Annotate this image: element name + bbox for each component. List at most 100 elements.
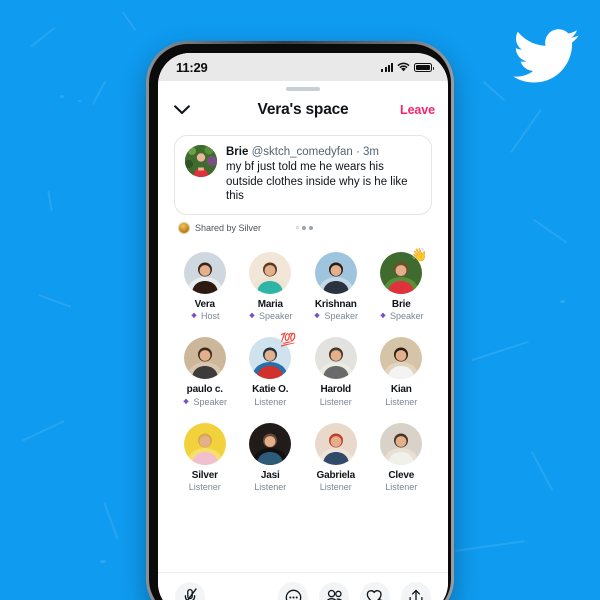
avatar[interactable]: [183, 422, 226, 465]
carousel-pagination[interactable]: [296, 225, 313, 230]
tweet-author: Brie: [226, 146, 249, 158]
participant-name: paulo c.: [186, 384, 223, 395]
space-sheet: Vera's space Leave Brie @sktch_comedyfan…: [158, 87, 448, 600]
shared-tweet-section: Brie @sktch_comedyfan · 3m my bf just to…: [158, 129, 448, 235]
pagination-dot[interactable]: [296, 226, 299, 229]
participant-paulo-c[interactable]: paulo c. Speaker: [172, 337, 238, 407]
wifi-icon: [397, 62, 410, 72]
reaction-emoji-badge: 👋: [411, 246, 428, 262]
participant-jasi[interactable]: Jasi Listener: [238, 422, 304, 492]
mic-mute-button[interactable]: [175, 582, 205, 600]
participant-role: Speaker: [182, 397, 227, 407]
texture-mark: [60, 95, 64, 98]
avatar[interactable]: 👋: [380, 248, 427, 294]
kian-avatar-photo: [380, 337, 423, 379]
avatar[interactable]: [314, 337, 357, 379]
participant-cleve[interactable]: Cleve Listener: [369, 422, 435, 492]
avatar[interactable]: [314, 422, 357, 465]
phone-bezel: 11:29 Vera's space Leave Brie @sktch_com…: [149, 44, 451, 600]
participant-silver[interactable]: Silver Listener: [172, 422, 238, 492]
krishnan-avatar-photo: [314, 251, 357, 294]
avatar[interactable]: [380, 337, 423, 379]
avatar[interactable]: [183, 337, 226, 379]
avatar[interactable]: [183, 251, 226, 294]
participant-role: Listener: [320, 397, 352, 407]
tweet-handle: @sktch_comedyfan: [251, 146, 353, 158]
maria-avatar-photo: [249, 251, 292, 294]
battery-icon: [414, 63, 434, 72]
participant-katie-o[interactable]: 💯 Katie O. Listener: [238, 333, 304, 407]
speaker-badge-icon: [380, 312, 386, 318]
participant-brie[interactable]: 👋 Brie Speaker: [369, 248, 435, 321]
participant-role-label: Speaker: [193, 396, 228, 407]
status-clock: 11:29: [176, 59, 208, 75]
leave-button[interactable]: Leave: [400, 103, 435, 117]
avatar[interactable]: [249, 422, 292, 465]
participant-role-label: Listener: [188, 482, 221, 492]
avatar[interactable]: [314, 251, 357, 294]
texture-mark: [533, 218, 567, 244]
microphone-muted-icon: [184, 588, 197, 600]
participant-krishnan[interactable]: Krishnan Speaker: [303, 251, 369, 321]
tweet-card[interactable]: Brie @sktch_comedyfan · 3m my bf just to…: [174, 135, 432, 215]
participant-name: Silver: [191, 469, 218, 481]
participant-name: Maria: [257, 298, 283, 310]
participant-role-label: Host: [200, 311, 220, 321]
cleve-avatar-photo: [380, 422, 423, 465]
speaker-badge-icon: [315, 312, 320, 318]
participant-name: Gabriela: [316, 469, 356, 481]
participant-maria[interactable]: Maria Speaker: [238, 251, 304, 321]
share-upload-icon: [409, 589, 423, 600]
bottom-toolbar: [158, 573, 448, 600]
shared-by-row: Shared by Silver: [178, 221, 432, 235]
tweet-text: my bf just told me he wears his outside …: [226, 161, 408, 202]
participant-role: Speaker: [379, 311, 424, 321]
silver-avatar-photo: [183, 422, 226, 465]
cellular-signal-icon: [381, 63, 393, 72]
texture-mark: [100, 560, 106, 563]
texture-mark: [78, 100, 81, 102]
participant-name: Jasi: [260, 469, 280, 481]
people-button[interactable]: [319, 582, 349, 600]
participant-role-label: Listener: [319, 482, 352, 492]
add-reaction-button[interactable]: [360, 582, 390, 600]
participant-role-label: Speaker: [324, 311, 359, 321]
pagination-dot[interactable]: [302, 225, 306, 230]
texture-mark: [21, 420, 65, 442]
avatar[interactable]: [380, 422, 423, 465]
canvas: 11:29 Vera's space Leave Brie @sktch_com…: [0, 0, 600, 600]
participant-role-label: Listener: [319, 396, 352, 407]
texture-mark: [30, 26, 56, 48]
gabriela-avatar-photo: [314, 422, 357, 465]
texture-mark: [482, 80, 506, 102]
avatar[interactable]: [249, 251, 292, 294]
participant-role: Listener: [385, 482, 417, 492]
pagination-dot[interactable]: [309, 225, 313, 230]
tweet-timestamp: 3m: [363, 146, 379, 158]
participant-role: Speaker: [248, 311, 293, 321]
participant-gabriela[interactable]: Gabriela Listener: [303, 422, 369, 492]
participant-role-label: Listener: [254, 482, 287, 492]
participant-name: Harold: [320, 384, 352, 395]
avatar: [178, 221, 190, 234]
participant-name: Katie O.: [252, 384, 289, 395]
participant-role: Listener: [320, 482, 352, 492]
participant-name: Krishnan: [314, 298, 357, 310]
texture-mark: [455, 540, 525, 552]
participant-role-label: Listener: [385, 396, 418, 407]
participant-vera[interactable]: Vera Host: [172, 251, 238, 321]
minimize-button[interactable]: [171, 99, 193, 121]
participant-role-label: Speaker: [389, 311, 424, 321]
participant-name: Brie: [391, 298, 411, 310]
avatar[interactable]: 💯: [249, 333, 296, 379]
participant-role: Listener: [254, 482, 286, 492]
participant-harold[interactable]: Harold Listener: [303, 337, 369, 407]
reactions-button[interactable]: [278, 582, 308, 600]
participant-kian[interactable]: Kian Listener: [369, 337, 435, 407]
tweet-meta-separator: ·: [355, 146, 360, 158]
texture-mark: [530, 451, 554, 491]
share-button[interactable]: [401, 582, 431, 600]
participants-grid: Vera Host Maria Speaker Krishnan Speaker 👋 Brie…: [158, 248, 448, 492]
participant-role-label: Speaker: [258, 311, 293, 321]
speaker-badge-icon: [191, 312, 197, 318]
